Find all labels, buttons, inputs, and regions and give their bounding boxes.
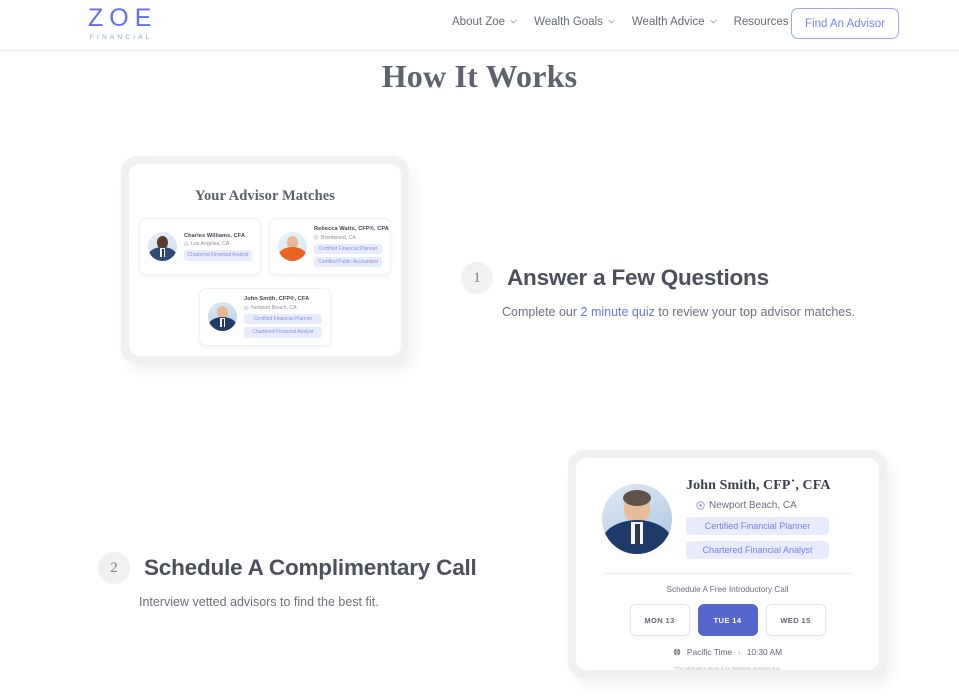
advisor-location: Newport Beach, CA (244, 305, 322, 311)
nav-item-wealth-goals[interactable]: Wealth Goals (534, 16, 615, 28)
schedule-advisor-info: John Smith, CFP˙, CFA Newport Beach, CA … (686, 478, 831, 559)
advisor-card-body: Rebecca Watts, CFP®, CPA Brentwood, CA C… (314, 226, 389, 268)
chevron-down-icon (710, 18, 717, 25)
advisor-name: Rebecca Watts, CFP®, CPA (314, 226, 389, 232)
advisor-location: Newport Beach, CA (686, 500, 831, 511)
timezone-time-row: Pacific Time › 10:30 AM (576, 647, 879, 657)
credential-badge: Chartered Financial Analyst (686, 541, 829, 559)
advisor-card[interactable]: Rebecca Watts, CFP®, CPA Brentwood, CA C… (269, 218, 391, 276)
nav-label: Resources (733, 16, 789, 28)
zoe-logo[interactable]: ZOE FINANCIAL (82, 5, 157, 41)
page-title: How It Works (381, 58, 578, 94)
credential-badge: Chartered Financial Analyst (244, 327, 322, 338)
avatar (208, 302, 237, 332)
credential-badge: Chartered Financial Analyst (184, 250, 252, 261)
nav-item-wealth-advice[interactable]: Wealth Advice (632, 16, 717, 28)
avatar (148, 232, 177, 262)
step-number-badge: 2 (98, 552, 130, 584)
step-description: Complete our 2 minute quiz to review you… (502, 305, 855, 319)
avatar (602, 483, 672, 554)
step-number-badge: 1 (461, 262, 493, 294)
advisor-card[interactable]: John Smith, CFP®, CFA Newport Beach, CA … (199, 288, 331, 346)
location-text: Newport Beach, CA (709, 500, 797, 511)
day-selector: MON 13 TUE 14 WED 15 (576, 604, 879, 636)
credential-badge: Certified Financial Planner (686, 517, 829, 535)
step-desc-before: Interview vetted advisors to find the be… (139, 595, 379, 609)
step-title: Answer a Few Questions (507, 265, 769, 290)
schedule-subheading: Schedule A Free Introductory Call (666, 585, 789, 594)
time-label[interactable]: 10:30 AM (747, 647, 782, 657)
two-minute-quiz-link[interactable]: 2 minute quiz (581, 305, 655, 319)
mockup-screen: John Smith, CFP˙, CFA Newport Beach, CA … (576, 458, 879, 670)
location-pin-icon (314, 235, 319, 240)
credential-badge: Certified Financial Planner (314, 243, 382, 254)
matches-heading: Your Advisor Matches (194, 188, 336, 204)
avatar (278, 232, 307, 262)
step-2-header: 2 Schedule A Complimentary Call (98, 552, 477, 584)
schedule-call-mockup: John Smith, CFP˙, CFA Newport Beach, CA … (568, 450, 887, 678)
step-1-header: 1 Answer a Few Questions (461, 262, 855, 294)
chevron-down-icon (608, 18, 615, 25)
chevron-down-icon (510, 18, 517, 25)
step-2: 2 Schedule A Complimentary Call Intervie… (98, 552, 477, 609)
site-header: ZOE FINANCIAL About Zoe Wealth Goals Wea… (0, 0, 959, 51)
logo-wordmark: ZOE (88, 4, 158, 32)
find-an-advisor-button[interactable]: Find An Advisor (791, 8, 899, 39)
advisor-name: John Smith, CFP®, CFA (244, 296, 310, 303)
nav-label: Wealth Goals (534, 16, 603, 28)
location-pin-icon (244, 305, 249, 311)
main-navigation: About Zoe Wealth Goals Wealth Advice Res… (452, 16, 801, 28)
divider (604, 573, 851, 574)
advisor-card-body: Charles Williams, CFA Los Angeles, CA Ch… (184, 233, 252, 261)
location-text: Los Angeles, CA (191, 241, 230, 248)
location-text: Brentwood, CA (321, 234, 356, 241)
location-text: Newport Beach, CA (251, 304, 297, 311)
credential-badge: Certified Financial Planner (244, 313, 322, 325)
nav-label: About Zoe (452, 16, 506, 28)
globe-icon (673, 648, 681, 656)
credential-badge: Certified Public Accountant (314, 256, 382, 268)
location-pin-icon (696, 501, 705, 510)
timezone-label: Pacific Time (686, 647, 733, 657)
step-desc-after: to review your top advisor matches. (654, 305, 855, 319)
advisor-name: Charles Williams, CFA (184, 232, 246, 239)
schedule-disclaimer: *The information above is for illustrati… (673, 666, 782, 670)
logo-tagline: FINANCIAL (89, 34, 153, 41)
step-description: Interview vetted advisors to find the be… (139, 595, 477, 609)
advisor-name: John Smith, CFP˙, CFA (686, 478, 831, 493)
nav-label: Wealth Advice (631, 16, 705, 28)
step-desc-before: Complete our (502, 305, 581, 319)
step-title: Schedule A Complimentary Call (144, 555, 477, 580)
advisor-location: Los Angeles, CA (184, 241, 252, 247)
advisor-card-body: John Smith, CFP®, CFA Newport Beach, CA … (244, 296, 322, 338)
nav-item-about-zoe[interactable]: About Zoe (452, 16, 517, 28)
advisor-location: Brentwood, CA (314, 235, 382, 241)
matches-row-bottom: John Smith, CFP®, CFA Newport Beach, CA … (129, 288, 401, 346)
advisor-card[interactable]: Charles Williams, CFA Los Angeles, CA Ch… (139, 218, 261, 276)
matches-row-top: Charles Williams, CFA Los Angeles, CA Ch… (129, 218, 401, 276)
location-pin-icon (184, 242, 189, 247)
mockup-screen: Your Advisor Matches Charles Williams, C… (129, 164, 401, 356)
advisor-matches-mockup: Your Advisor Matches Charles Williams, C… (121, 156, 409, 364)
separator-icon: › (738, 647, 741, 657)
step-1: 1 Answer a Few Questions Complete our 2 … (461, 262, 855, 319)
day-option-tue-selected[interactable]: TUE 14 (697, 604, 758, 636)
schedule-advisor-header: John Smith, CFP˙, CFA Newport Beach, CA … (576, 458, 879, 559)
day-option-mon[interactable]: MON 13 (629, 604, 690, 636)
day-option-wed[interactable]: WED 15 (765, 604, 826, 636)
